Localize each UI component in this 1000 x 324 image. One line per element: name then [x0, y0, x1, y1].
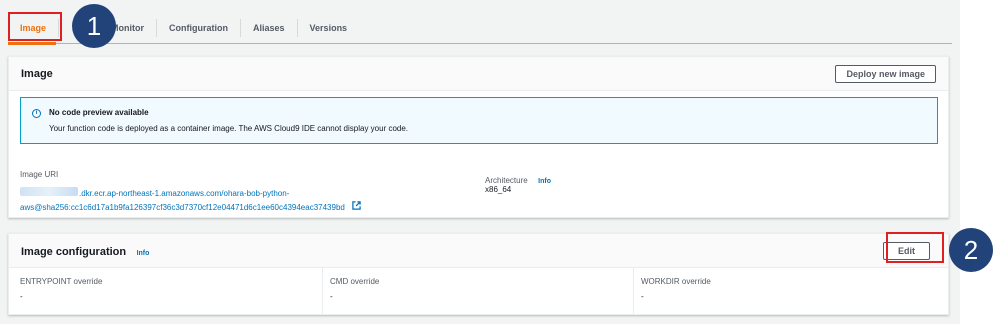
alert-title: No code preview available: [49, 108, 149, 117]
external-link-icon[interactable]: [352, 197, 362, 215]
workdir-override-value: -: [641, 292, 644, 301]
column-divider: [322, 268, 323, 314]
entrypoint-override-value: -: [20, 292, 23, 301]
architecture-value: x86_64: [485, 185, 512, 194]
tab-configuration[interactable]: Configuration: [157, 18, 242, 37]
no-code-preview-alert: i No code preview available Your functio…: [20, 97, 938, 144]
redacted-account-id: [20, 187, 78, 197]
annotation-badge-1: 1: [72, 4, 116, 48]
image-configuration-panel: Image configuration Info Edit ENTRYPOINT…: [8, 233, 949, 315]
info-circle-icon: i: [32, 109, 41, 118]
column-divider: [633, 268, 634, 314]
image-panel: Image Deploy new image i No code preview…: [8, 56, 949, 218]
tab-versions[interactable]: Versions: [298, 19, 360, 37]
annotation-highlight-image-tab: [8, 12, 62, 41]
image-uri-line2-row: aws@sha256:cc1c6d17a1b9fa126397cf36c3d73…: [20, 197, 362, 215]
image-panel-header: Image Deploy new image: [9, 57, 948, 91]
cmd-override-label: CMD override: [330, 277, 380, 286]
alert-body: Your function code is deployed as a cont…: [49, 124, 409, 133]
deploy-new-image-button[interactable]: Deploy new image: [835, 64, 936, 83]
active-tab-indicator: [8, 42, 56, 45]
cmd-override-value: -: [330, 292, 333, 301]
tab-bar: Image Monitor Configuration Aliases Vers…: [8, 12, 952, 44]
image-uri-link-line2[interactable]: aws@sha256:cc1c6d17a1b9fa126397cf36c3d73…: [20, 203, 345, 212]
image-configuration-title: Image configuration: [21, 245, 127, 258]
architecture-label: Architecture: [485, 176, 528, 185]
image-configuration-info-link[interactable]: Info: [137, 250, 150, 257]
entrypoint-override-label: ENTRYPOINT override: [20, 277, 103, 286]
tab-aliases[interactable]: Aliases: [241, 18, 298, 37]
image-configuration-header: Image configuration Info Edit: [9, 234, 948, 268]
image-panel-title: Image: [21, 67, 53, 80]
annotation-highlight-edit-button: [886, 232, 944, 263]
workdir-override-label: WORKDIR override: [641, 277, 711, 286]
annotation-badge-2: 2: [949, 228, 993, 272]
image-uri-label: Image URI: [20, 170, 59, 179]
architecture-info-link[interactable]: Info: [538, 178, 551, 185]
override-fields-row: ENTRYPOINT override - CMD override - WOR…: [9, 268, 948, 314]
